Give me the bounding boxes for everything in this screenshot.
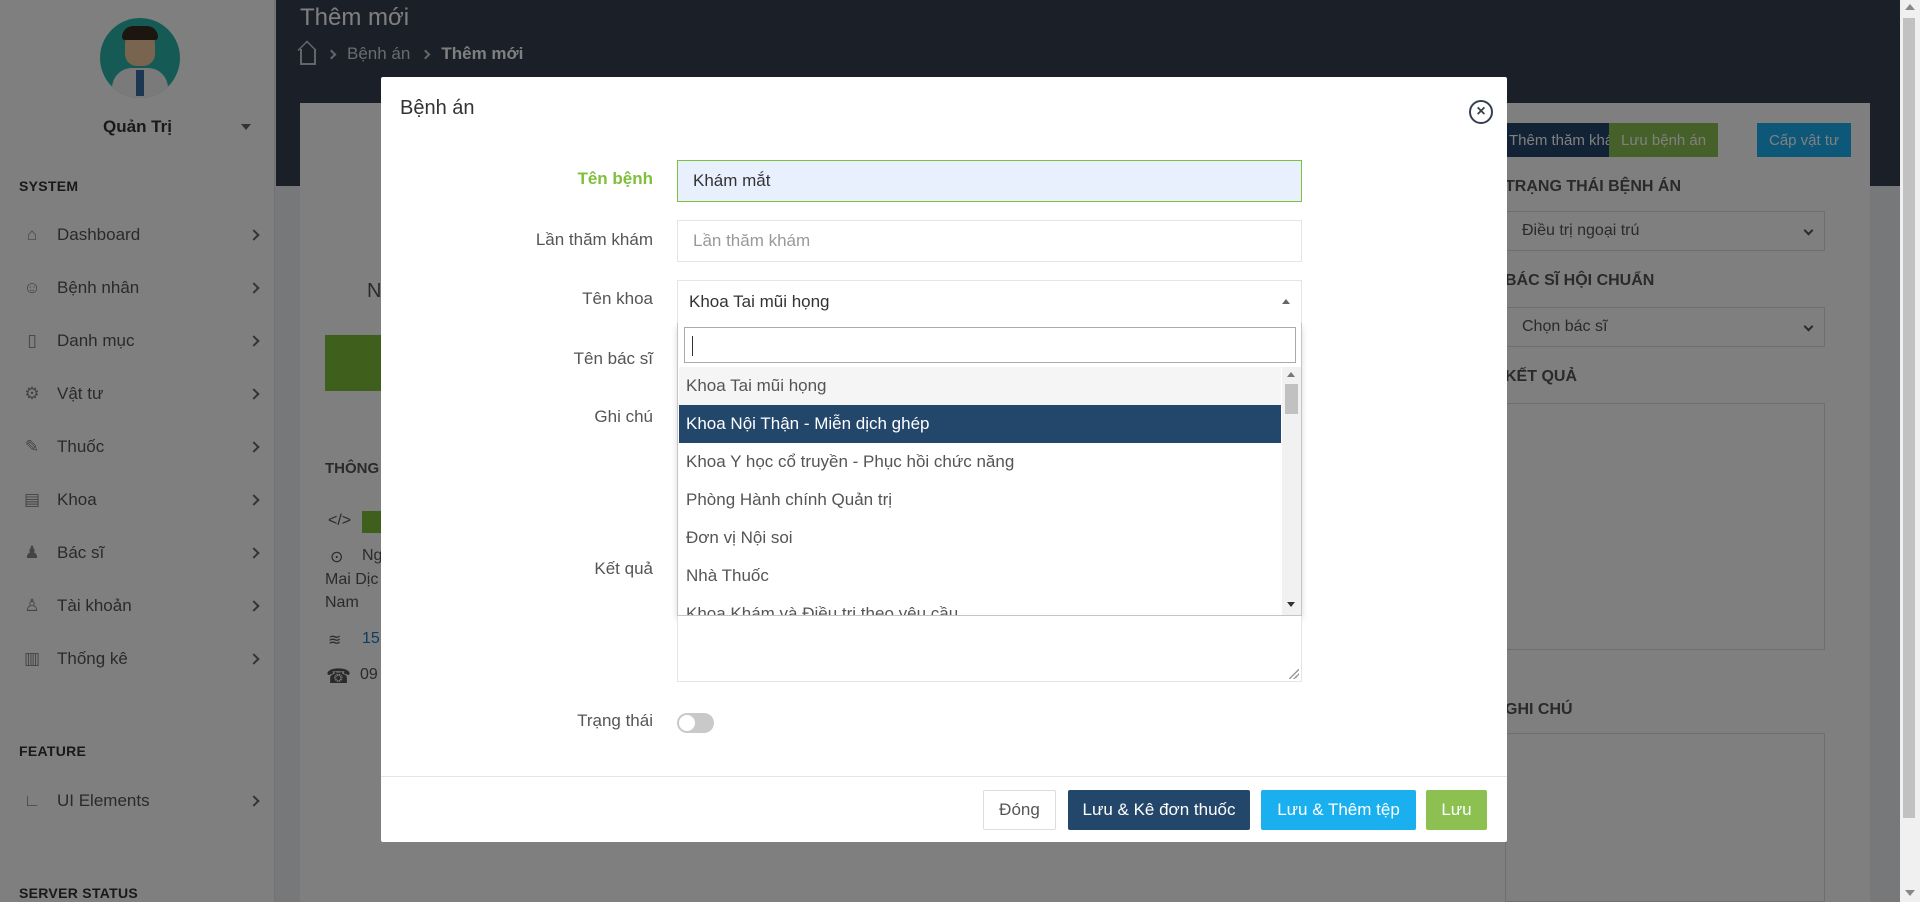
scroll-up-icon[interactable] xyxy=(1287,372,1295,377)
dropdown-option[interactable]: Đơn vị Nội soi xyxy=(679,519,1281,557)
save-button[interactable]: Lưu xyxy=(1426,790,1487,830)
department-select-value: Khoa Tai mũi họng xyxy=(689,292,830,311)
close-icon[interactable]: × xyxy=(1469,100,1493,124)
disease-name-value: Khám mắt xyxy=(693,171,771,190)
department-label: Tên khoa xyxy=(582,289,653,308)
dropdown-scrollbar[interactable] xyxy=(1282,367,1301,615)
modal-footer-divider xyxy=(381,776,1507,777)
department-select[interactable]: Khoa Tai mũi họng xyxy=(677,280,1302,323)
result-field-textarea[interactable] xyxy=(677,616,1302,682)
dropdown-option-selected[interactable]: Khoa Nội Thận - Miễn dịch ghép xyxy=(679,405,1281,443)
scroll-down-icon[interactable] xyxy=(1905,890,1915,896)
dropdown-options: Khoa Tai mũi họng Khoa Nội Thận - Miễn d… xyxy=(679,367,1281,615)
dropdown-option[interactable]: Nhà Thuốc xyxy=(679,557,1281,595)
visit-label: Lần thăm khám xyxy=(535,230,653,249)
chevron-up-icon xyxy=(1282,299,1290,304)
scrollbar-thumb[interactable] xyxy=(1903,18,1915,818)
department-dropdown: Khoa Tai mũi họng Khoa Nội Thận - Miễn d… xyxy=(677,323,1302,616)
close-button[interactable]: Đóng xyxy=(983,790,1056,830)
note-field-label: Ghi chú xyxy=(594,407,653,426)
dropdown-option[interactable]: Khoa Tai mũi họng xyxy=(679,367,1281,405)
status-field-label: Trạng thái xyxy=(577,711,653,730)
scroll-down-icon[interactable] xyxy=(1287,602,1295,607)
disease-name-label: Tên bệnh xyxy=(577,169,653,188)
save-add-file-button[interactable]: Lưu & Thêm tệp xyxy=(1261,790,1416,830)
visit-input[interactable]: Lần thăm khám xyxy=(677,220,1302,262)
status-toggle[interactable] xyxy=(677,713,714,733)
dropdown-search-input[interactable] xyxy=(684,327,1296,363)
doctor-label: Tên bác sĩ xyxy=(573,349,653,368)
result-field-label: Kết quả xyxy=(594,559,653,578)
save-prescribe-button[interactable]: Lưu & Kê đơn thuốc xyxy=(1068,790,1250,830)
resize-handle[interactable] xyxy=(1289,669,1299,679)
visit-placeholder: Lần thăm khám xyxy=(693,231,811,250)
scrollbar-thumb[interactable] xyxy=(1285,384,1298,414)
dropdown-option[interactable]: Khoa Khám và Điều trị theo yêu cầu xyxy=(679,595,1281,615)
modal-title: Bệnh án xyxy=(400,97,475,119)
scroll-up-icon[interactable] xyxy=(1905,4,1915,10)
dropdown-option[interactable]: Phòng Hành chính Quản trị xyxy=(679,481,1281,519)
window-scrollbar[interactable] xyxy=(1900,0,1920,902)
disease-name-input[interactable]: Khám mắt xyxy=(677,160,1302,202)
dropdown-option[interactable]: Khoa Y học cổ truyền - Phục hồi chức năn… xyxy=(679,443,1281,481)
